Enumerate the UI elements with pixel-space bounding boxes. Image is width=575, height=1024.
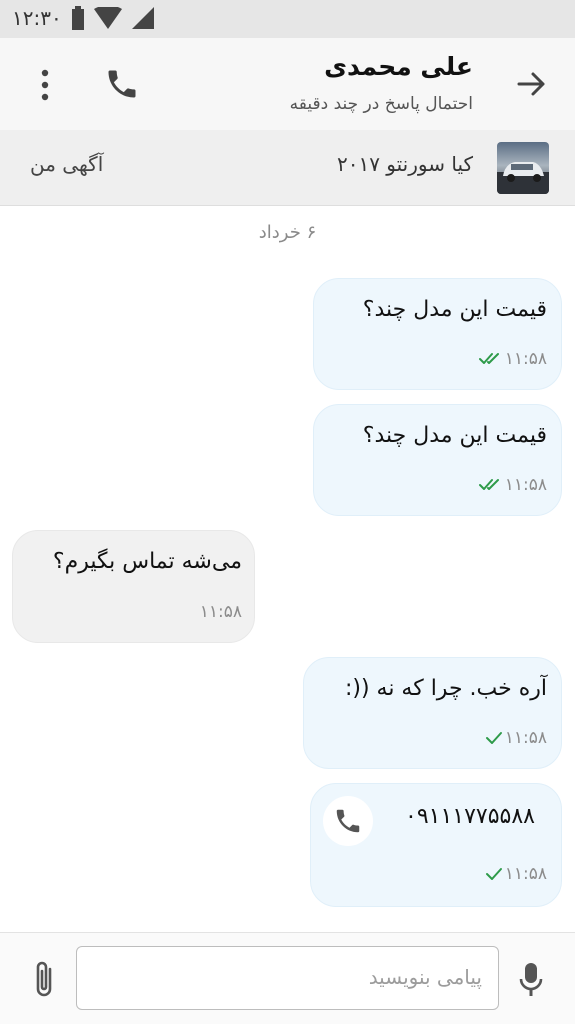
message-text: آره خب. چرا که نه ((:: [344, 676, 547, 701]
microphone-icon[interactable]: [516, 959, 546, 999]
wifi-icon: [94, 7, 122, 29]
chat-header: علی محمدی احتمال پاسخ در چند دقیقه: [0, 38, 575, 130]
message-bubble-outgoing[interactable]: قیمت این مدل چند؟ ۱۱:۵۸: [313, 278, 562, 390]
message-meta: ۱۱:۵۸: [200, 602, 242, 622]
message-meta: ۱۱:۵۸: [485, 728, 547, 748]
status-icons: [72, 6, 154, 30]
message-bubble-phone[interactable]: ۰۹۱۱۱۷۷۵۵۸۸ ۱۱:۵۸: [310, 783, 562, 907]
my-ad-label[interactable]: آگهی من: [30, 152, 103, 176]
double-check-icon: [478, 479, 499, 490]
message-text: قیمت این مدل چند؟: [362, 423, 547, 448]
message-time: ۱۱:۵۸: [504, 728, 547, 748]
message-meta: ۱۱:۵۸: [478, 349, 547, 369]
message-time: ۱۱:۵۸: [504, 349, 547, 369]
message-time: ۱۱:۵۸: [504, 864, 547, 884]
more-options-icon[interactable]: [34, 68, 56, 102]
check-icon: [485, 868, 502, 880]
phone-icon: [336, 809, 360, 833]
back-arrow-icon[interactable]: [515, 68, 547, 100]
message-input-placeholder: پیامی بنویسید: [368, 965, 482, 989]
cellular-signal-icon: [132, 7, 154, 29]
phone-number[interactable]: ۰۹۱۱۱۷۷۵۵۸۸: [405, 804, 535, 829]
contact-name: علی محمدی: [324, 52, 473, 81]
message-meta: ۱۱:۵۸: [478, 475, 547, 495]
battery-icon: [72, 6, 84, 30]
phone-call-icon[interactable]: [104, 66, 140, 102]
message-bubble-outgoing[interactable]: آره خب. چرا که نه ((: ۱۱:۵۸: [303, 657, 562, 769]
message-time: ۱۱:۵۸: [199, 602, 242, 622]
status-time: ۱۲:۳۰: [12, 6, 62, 30]
ad-title: کیا سورنتو ۲۰۱۷: [336, 152, 473, 176]
message-meta: ۱۱:۵۸: [485, 864, 547, 884]
message-bubble-outgoing[interactable]: قیمت این مدل چند؟ ۱۱:۵۸: [313, 404, 562, 516]
message-composer: پیامی بنویسید: [0, 932, 575, 1024]
message-text: قیمت این مدل چند؟: [362, 297, 547, 322]
check-icon: [485, 732, 502, 744]
message-time: ۱۱:۵۸: [504, 475, 547, 495]
car-thumbnail: [497, 142, 549, 194]
message-bubble-incoming[interactable]: می‌شه تماس بگیرم؟ ۱۱:۵۸: [12, 530, 255, 643]
attachment-icon[interactable]: [30, 959, 60, 999]
message-text: می‌شه تماس بگیرم؟: [52, 549, 242, 574]
date-separator: ۶ خرداد: [258, 222, 317, 243]
phone-call-button[interactable]: [323, 796, 373, 846]
response-time-subtitle: احتمال پاسخ در چند دقیقه: [289, 94, 473, 114]
double-check-icon: [478, 353, 499, 364]
ad-summary-bar[interactable]: کیا سورنتو ۲۰۱۷ آگهی من: [0, 130, 575, 206]
message-input[interactable]: پیامی بنویسید: [76, 946, 499, 1010]
status-bar: ۱۲:۳۰: [0, 0, 575, 38]
